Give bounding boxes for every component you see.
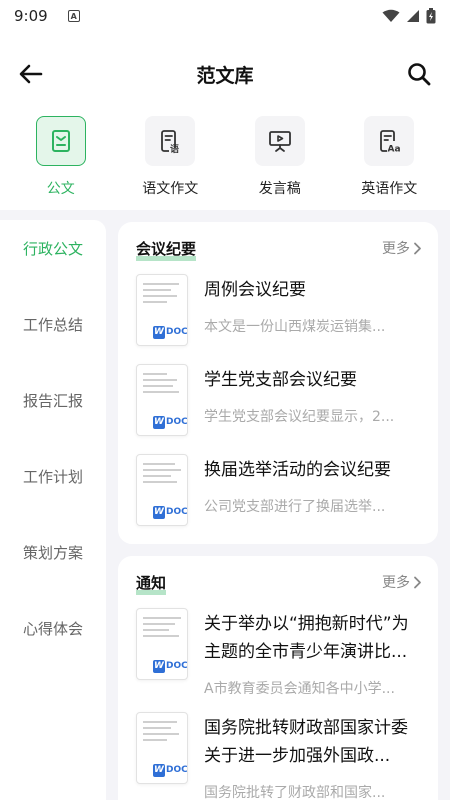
doc-badge-text: DOC [166, 507, 188, 517]
article-desc: 学生党支部会议纪要显示，2... [204, 409, 395, 425]
status-notification-icon: A [67, 10, 80, 22]
article-desc: 本文是一份山西煤炭运销集... [204, 319, 386, 335]
category-tabs: 公文 语 语文作文 发言稿 Aa 英语作文 [0, 116, 450, 200]
article-title: 学生党支部会议纪要 [204, 370, 357, 390]
document-thumbnail: W DOC [136, 712, 188, 784]
article-desc: 国务院批转了财政部和国家... [204, 785, 386, 800]
svg-text:语: 语 [170, 144, 179, 154]
more-button[interactable]: 更多 [382, 572, 422, 592]
sidebar-item-report[interactable]: 报告汇报 [0, 390, 106, 411]
doc-badge: W DOC [153, 659, 188, 673]
chinese-essay-icon: 语 [145, 116, 196, 166]
doc-badge: W DOC [153, 325, 188, 339]
doc-icon [35, 116, 86, 166]
page-title: 范文库 [196, 64, 254, 87]
document-thumbnail: W DOC [136, 454, 188, 526]
wifi-icon [382, 9, 400, 22]
more-label: 更多 [382, 241, 410, 257]
doc-badge: W DOC [153, 763, 188, 777]
doc-badge-text: DOC [166, 661, 188, 671]
sidebar-item-work-summary[interactable]: 工作总结 [0, 314, 106, 335]
doc-badge: W DOC [153, 415, 188, 429]
section-card-meeting-minutes: 会议纪要 更多 W DOC 周例会议纪要 本文是一份山西煤炭运销集... W D… [118, 222, 438, 544]
list-item[interactable]: W DOC 关于举办以“拥抱新时代”为主题的全市青少年演讲比... A市教育委员… [136, 608, 426, 700]
document-thumbnail: W DOC [136, 608, 188, 680]
article-title: 换届选举活动的会议纪要 [204, 460, 391, 480]
category-label: 公文 [46, 181, 75, 197]
category-tab-speech[interactable]: 发言稿 [230, 116, 330, 200]
doc-badge-text: DOC [166, 765, 188, 775]
section-title: 会议纪要 [136, 240, 197, 261]
more-label: 更多 [382, 575, 410, 591]
svg-text:Aa: Aa [388, 145, 401, 155]
sidebar: 行政公文 工作总结 报告汇报 工作计划 策划方案 心得体会 [0, 220, 106, 800]
category-tab-official-doc[interactable]: 公文 [11, 116, 111, 200]
document-thumbnail: W DOC [136, 364, 188, 436]
more-button[interactable]: 更多 [382, 238, 422, 258]
doc-badge: W DOC [153, 505, 188, 519]
list-item[interactable]: W DOC 学生党支部会议纪要 学生党支部会议纪要显示，2... [136, 364, 426, 440]
section-title: 通知 [136, 574, 167, 595]
doc-badge-text: DOC [166, 417, 188, 427]
sidebar-item-planning-scheme[interactable]: 策划方案 [0, 542, 106, 563]
back-arrow-icon[interactable] [18, 62, 44, 86]
category-label: 语文作文 [142, 181, 199, 197]
doc-w-icon: W [153, 505, 165, 519]
doc-w-icon: W [153, 325, 165, 339]
category-label: 发言稿 [258, 181, 301, 197]
doc-w-icon: W [153, 659, 165, 673]
article-desc: 公司党支部进行了换届选举... [204, 499, 386, 515]
status-time: 9:09 [14, 7, 48, 25]
category-tab-chinese-essay[interactable]: 语 语文作文 [120, 116, 220, 200]
article-title: 周例会议纪要 [204, 280, 306, 300]
article-title: 国务院批转财政部国家计委关于进一步加强外国政... [204, 718, 408, 766]
category-label: 英语作文 [361, 181, 418, 197]
status-bar: 9:09 A [0, 0, 450, 32]
doc-w-icon: W [153, 763, 165, 777]
top-bar: 范文库 [0, 52, 450, 96]
signal-icon [407, 10, 419, 22]
article-title: 关于举办以“拥抱新时代”为主题的全市青少年演讲比... [204, 614, 409, 662]
doc-w-icon: W [153, 415, 165, 429]
chevron-right-icon [414, 242, 421, 254]
sidebar-item-administrative-docs[interactable]: 行政公文 [0, 238, 106, 259]
sidebar-item-work-plan[interactable]: 工作计划 [0, 466, 106, 487]
category-tab-english-essay[interactable]: Aa 英语作文 [339, 116, 439, 200]
chevron-right-icon [414, 576, 421, 588]
sidebar-item-experience[interactable]: 心得体会 [0, 618, 106, 639]
document-thumbnail: W DOC [136, 274, 188, 346]
battery-icon [426, 8, 436, 24]
doc-badge-text: DOC [166, 327, 188, 337]
speech-icon [254, 116, 305, 166]
english-essay-icon: Aa [364, 116, 415, 166]
section-card-notices: 通知 更多 W DOC 关于举办以“拥抱新时代”为主题的全市青少年演讲比... … [118, 556, 438, 800]
status-icons [382, 8, 436, 24]
list-item[interactable]: W DOC 周例会议纪要 本文是一份山西煤炭运销集... [136, 274, 426, 350]
list-item[interactable]: W DOC 国务院批转财政部国家计委关于进一步加强外国政... 国务院批转了财政… [136, 712, 426, 800]
list-item[interactable]: W DOC 换届选举活动的会议纪要 公司党支部进行了换届选举... [136, 454, 426, 530]
search-icon[interactable] [406, 61, 432, 87]
article-desc: A市教育委员会通知各中小学... [204, 681, 395, 697]
